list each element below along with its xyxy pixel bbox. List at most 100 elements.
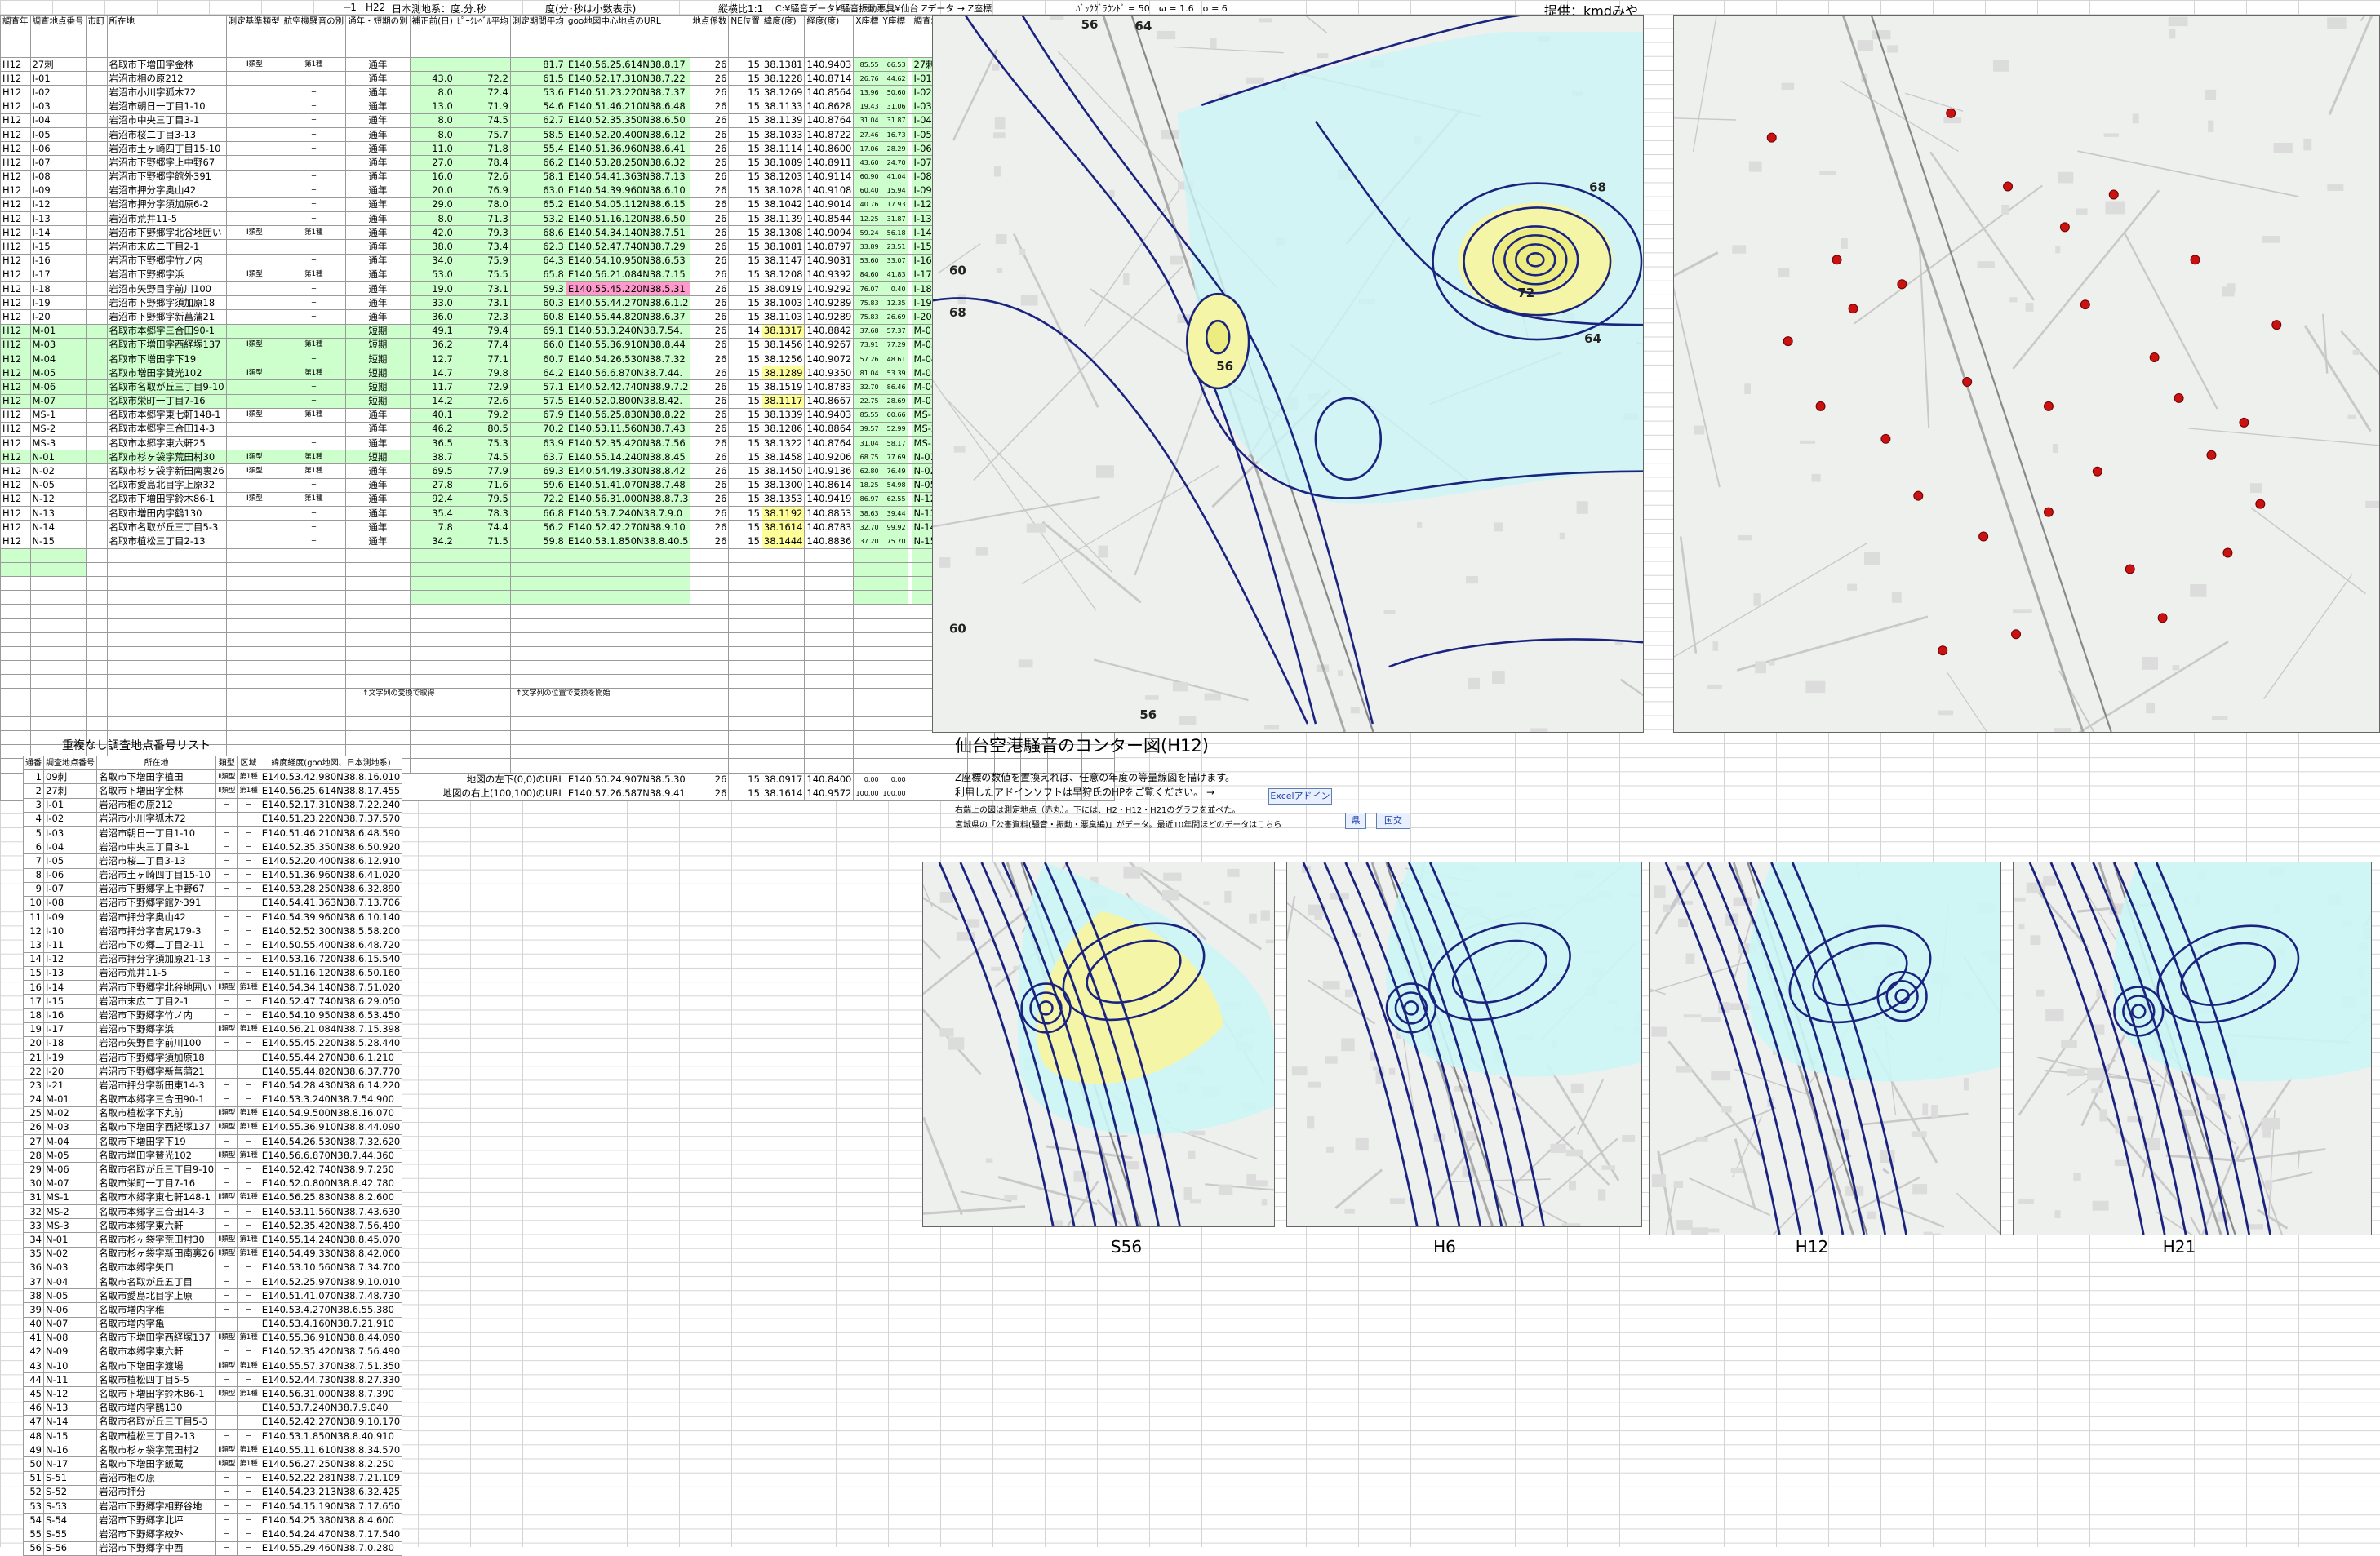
list-cell[interactable]: I-06 bbox=[43, 867, 97, 883]
cell-a[interactable]: 26 bbox=[690, 113, 730, 128]
list-cell[interactable]: 46 bbox=[23, 1400, 44, 1416]
cell-y[interactable]: 24.70 bbox=[880, 155, 908, 171]
cell-k[interactable]: − bbox=[281, 211, 347, 227]
cell-k[interactable]: − bbox=[281, 155, 347, 171]
cell-yr[interactable]: H12 bbox=[0, 281, 31, 297]
list-cell[interactable]: 名取市本郷字矢口 bbox=[95, 1260, 217, 1275]
list-cell[interactable]: MS-2 bbox=[43, 1204, 97, 1220]
cell-yr[interactable]: H12 bbox=[0, 155, 31, 171]
empty-cell[interactable] bbox=[29, 604, 87, 619]
list-item[interactable]: 13 I-11 岩沼市下の郷二丁目2-11− − E140.50.55.400N38.6… bbox=[23, 938, 403, 953]
list-cell[interactable]: S-55 bbox=[43, 1527, 97, 1542]
list-cell[interactable]: E140.54.25.380N38.8.4.600 bbox=[259, 1513, 403, 1528]
cell-a[interactable]: 26 bbox=[690, 183, 730, 198]
list-cell[interactable]: E140.53.28.250N38.6.32.890 bbox=[259, 881, 403, 897]
cell-addr[interactable]: 岩沼市小川字狐木72 bbox=[106, 85, 227, 100]
cell-b[interactable]: 15 bbox=[728, 85, 762, 100]
cell-id[interactable]: I-05 bbox=[29, 126, 87, 143]
cell-id[interactable]: M-03 bbox=[29, 337, 87, 352]
cell-k[interactable]: − bbox=[281, 520, 347, 535]
list-cell[interactable]: Ⅱ類型 bbox=[215, 1148, 238, 1164]
list-cell[interactable]: 名取市下増田字西経塚137 bbox=[95, 1330, 217, 1345]
list-header[interactable]: 所在地 bbox=[95, 755, 217, 771]
cell-p[interactable]: 通年 bbox=[345, 534, 411, 549]
list-cell[interactable]: N-14 bbox=[43, 1414, 97, 1430]
list-cell[interactable]: − bbox=[237, 1049, 260, 1066]
empty-cell[interactable] bbox=[281, 561, 347, 577]
cell-x[interactable]: 57.26 bbox=[853, 351, 881, 367]
column-header[interactable]: 測定期間平均 bbox=[509, 15, 566, 58]
list-cell[interactable]: − bbox=[237, 938, 260, 953]
corner-y[interactable]: 0.00 bbox=[880, 772, 908, 787]
list-cell[interactable]: 名取市下増田字鈴木86-1 bbox=[95, 1386, 217, 1402]
list-cell[interactable]: − bbox=[237, 1513, 260, 1528]
list-item[interactable]: 16 I-14 岩沼市下野郷字北谷地囲い Ⅱ類型 第1種 E140.54.34.140N3… bbox=[23, 979, 403, 995]
list-cell[interactable]: 名取市杉ヶ袋字新田南裏26 bbox=[95, 1246, 217, 1261]
cell-addr[interactable]: 岩沼市朝日一丁目1-10 bbox=[106, 99, 227, 114]
cell-id[interactable]: I-19 bbox=[29, 295, 87, 311]
empty-cell[interactable] bbox=[0, 604, 31, 619]
list-cell[interactable]: 岩沼市下野郷字北谷地囲い bbox=[95, 979, 217, 995]
cell-y[interactable]: 76.49 bbox=[880, 463, 908, 479]
list-cell[interactable]: 名取市本郷字東六軒 bbox=[95, 1344, 217, 1360]
list-cell[interactable]: 名取市下増田字西経塚137 bbox=[95, 1119, 217, 1136]
cell-v2[interactable]: 72.3 bbox=[454, 309, 511, 325]
empty-cell[interactable] bbox=[728, 744, 762, 760]
cell-lon[interactable]: 140.9136 bbox=[804, 463, 855, 479]
list-cell[interactable]: I-09 bbox=[43, 910, 97, 925]
cell-lon[interactable]: 140.9289 bbox=[804, 309, 855, 325]
cell-city[interactable] bbox=[85, 379, 108, 395]
cell-lat[interactable]: 38.1300 bbox=[761, 477, 806, 493]
list-cell[interactable]: − bbox=[215, 1400, 238, 1416]
empty-cell[interactable] bbox=[853, 645, 881, 662]
empty-cell[interactable] bbox=[880, 618, 908, 633]
cell-p[interactable]: 通年 bbox=[345, 421, 411, 437]
list-cell[interactable]: 36 bbox=[23, 1260, 44, 1275]
cell-lat[interactable]: 38.1444 bbox=[761, 534, 806, 549]
cell-lat[interactable]: 38.1339 bbox=[761, 407, 806, 423]
cell-yr[interactable]: H12 bbox=[0, 85, 31, 100]
list-item[interactable]: 56 S-56 岩沼市下野郷字中西 − − E140.55.29.460N38.7.0.2… bbox=[23, 1540, 403, 1556]
list-cell[interactable]: − bbox=[215, 965, 238, 982]
cell-yr[interactable]: H12 bbox=[0, 99, 31, 114]
cell-y[interactable]: 41.83 bbox=[880, 267, 908, 283]
empty-cell[interactable] bbox=[0, 632, 31, 647]
empty-cell[interactable] bbox=[804, 645, 855, 662]
empty-cell[interactable] bbox=[106, 688, 227, 703]
cell-url[interactable]: E140.54.41.363N38.7.13 bbox=[565, 169, 691, 184]
list-cell[interactable]: Ⅱ類型 bbox=[215, 1456, 238, 1472]
cell-v2[interactable]: 72.4 bbox=[454, 85, 511, 100]
list-item[interactable]: 12 I-10 岩沼市押分字吉尻179-3− − E140.52.52.300N38.5… bbox=[23, 924, 403, 939]
list-cell[interactable]: − bbox=[215, 1260, 238, 1275]
cell-b[interactable]: 15 bbox=[728, 505, 762, 521]
cell-y[interactable]: 23.51 bbox=[880, 239, 908, 255]
cell-url[interactable]: E140.52.42.270N38.9.10 bbox=[565, 520, 691, 535]
cell-v1[interactable]: 12.7 bbox=[409, 351, 455, 367]
list-cell[interactable]: − bbox=[215, 1498, 238, 1514]
cell-v3[interactable]: 67.9 bbox=[509, 407, 566, 423]
empty-cell[interactable] bbox=[85, 632, 108, 647]
cell-k[interactable]: 第1種 bbox=[281, 225, 347, 241]
cell-p[interactable]: 通年 bbox=[345, 463, 411, 479]
list-cell[interactable]: E140.51.46.210N38.6.48.590 bbox=[259, 825, 403, 841]
cell-url[interactable]: E140.56.25.614N38.8.17 bbox=[565, 56, 691, 73]
cell-v3[interactable]: 66.8 bbox=[509, 505, 566, 521]
list-cell[interactable]: Ⅱ類型 bbox=[215, 1022, 238, 1037]
corner-url[interactable]: E140.50.24.907N38.5.30 bbox=[565, 772, 691, 787]
list-cell[interactable]: 15 bbox=[23, 965, 44, 982]
empty-cell[interactable] bbox=[0, 674, 31, 689]
empty-cell[interactable] bbox=[509, 744, 566, 760]
list-item[interactable]: 35 N-02 名取市杉ヶ袋字新田南裏26 Ⅱ類型 第1種 E140.54.49.330N… bbox=[23, 1246, 403, 1261]
cell-p[interactable]: 通年 bbox=[345, 99, 411, 114]
cell-v1[interactable]: 35.4 bbox=[409, 505, 455, 521]
list-cell[interactable]: − bbox=[237, 867, 260, 883]
list-cell[interactable]: 第1種 bbox=[237, 1106, 260, 1121]
list-cell[interactable]: S-53 bbox=[43, 1498, 97, 1514]
list-cell[interactable]: − bbox=[215, 840, 238, 855]
empty-cell[interactable] bbox=[0, 547, 31, 563]
empty-cell[interactable] bbox=[345, 561, 411, 577]
list-cell[interactable]: 1 bbox=[23, 769, 44, 785]
cell-v1[interactable]: 27.0 bbox=[409, 155, 455, 171]
cell-a[interactable]: 26 bbox=[690, 534, 730, 549]
cell-v1[interactable]: 8.0 bbox=[409, 126, 455, 143]
